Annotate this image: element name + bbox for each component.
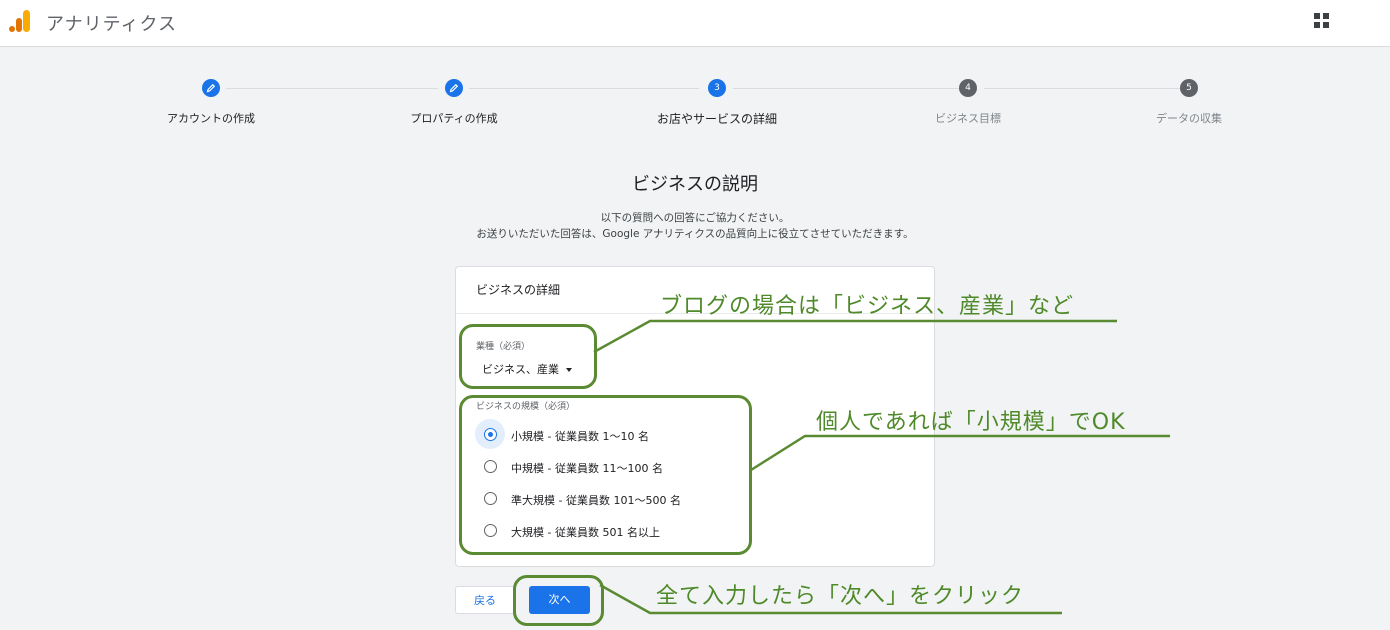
annotation-box-next xyxy=(513,575,604,626)
annotation-text-next: 全て入力したら「次へ」をクリック xyxy=(656,584,1025,609)
annotation-text-size: 個人であれば「小規模」でOK xyxy=(816,410,1126,435)
annotation-box-industry xyxy=(459,324,597,389)
annotation-text-industry: ブログの場合は「ビジネス、産業」など xyxy=(660,294,1075,319)
annotation-box-size xyxy=(459,395,752,555)
